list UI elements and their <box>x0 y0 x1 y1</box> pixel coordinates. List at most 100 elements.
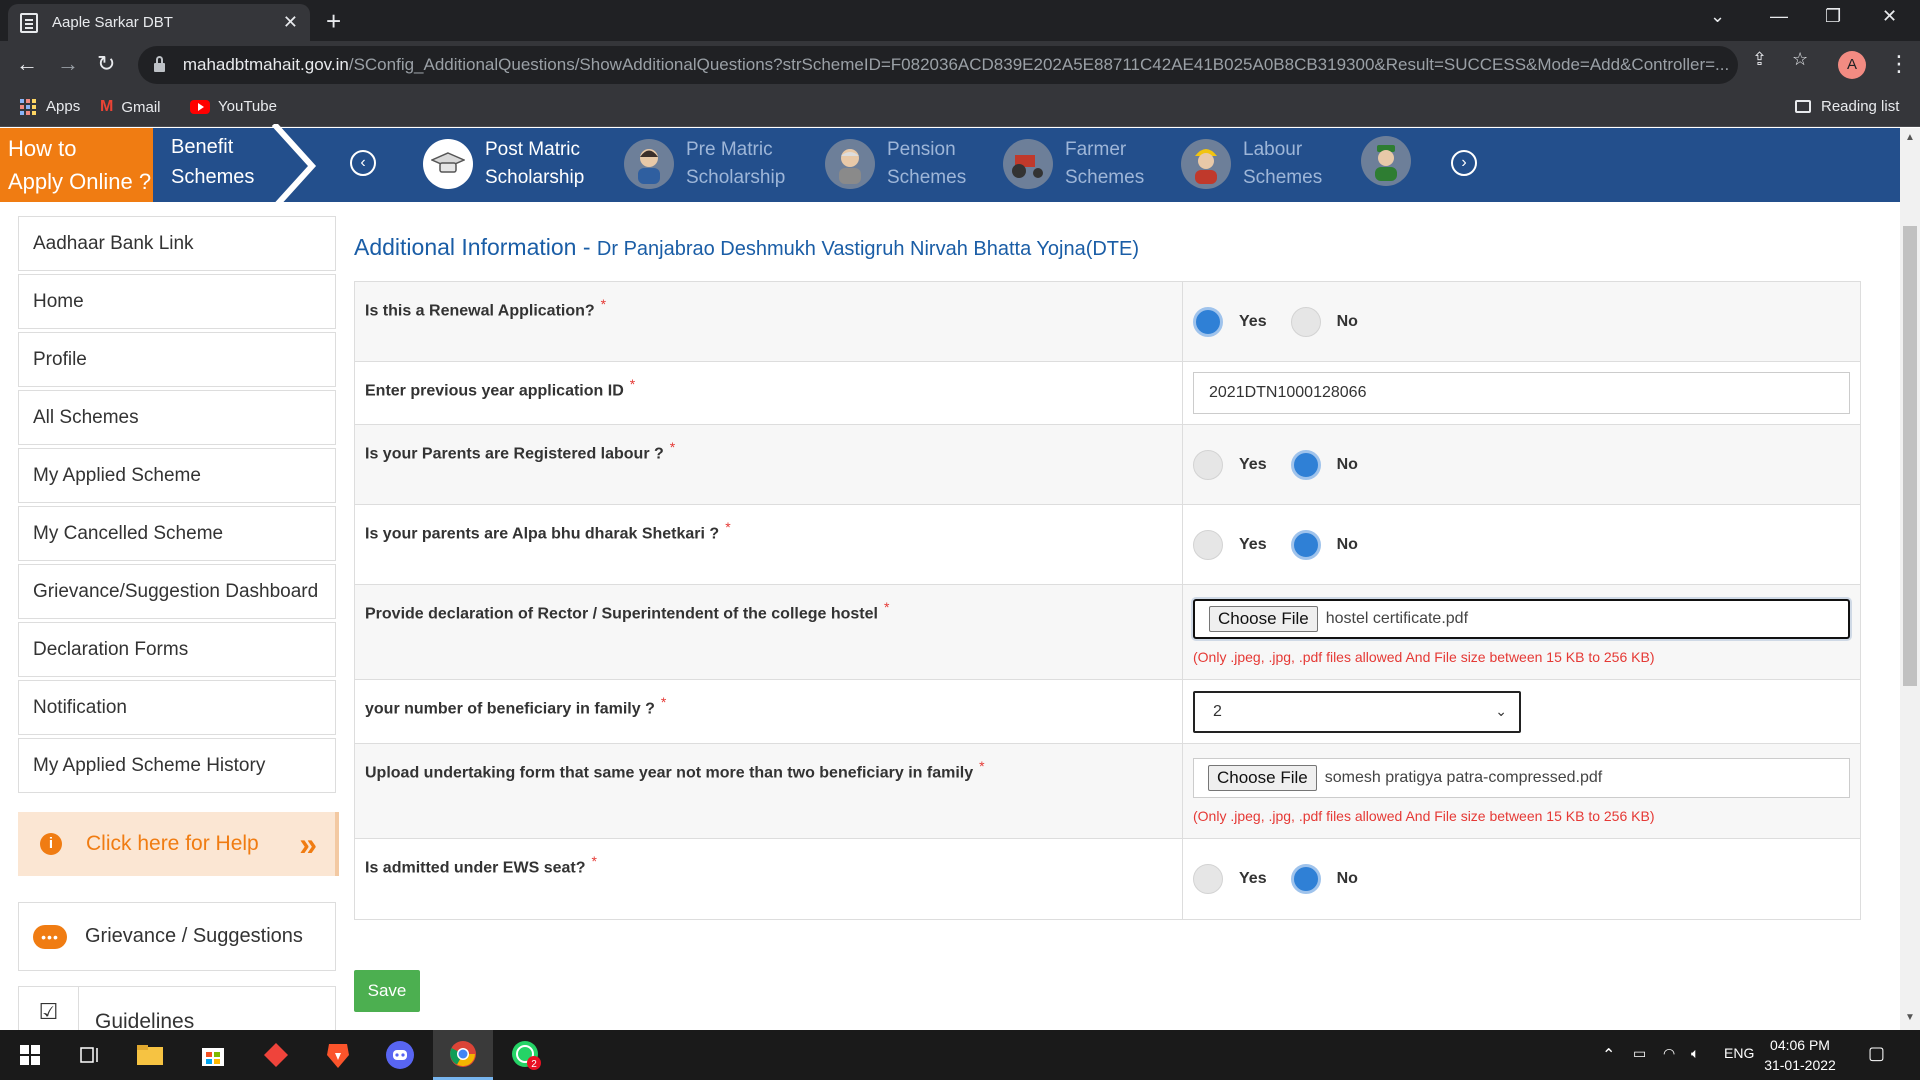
taskbar-whatsapp[interactable]: 2 <box>496 1030 556 1080</box>
renewal-no-radio[interactable] <box>1290 306 1321 337</box>
bookmark-apps[interactable]: Apps <box>20 98 80 115</box>
form-row: Upload undertaking form that same year n… <box>355 744 1860 839</box>
minimize-button[interactable]: — <box>1770 6 1788 27</box>
double-chevron-right-icon: » <box>299 825 317 862</box>
sidebar-item-notification[interactable]: Notification <box>18 680 336 735</box>
taskbar-chrome[interactable] <box>433 1030 493 1080</box>
back-button[interactable]: ← <box>16 51 38 77</box>
browser-tab-strip: Aaple Sarkar DBT ✕ + ⌄ — ❐ ✕ <box>0 0 1920 41</box>
bookmark-star-icon[interactable]: ☆ <box>1792 49 1808 70</box>
reload-button[interactable]: ↻ <box>97 51 115 77</box>
bookmark-youtube[interactable]: YouTube <box>190 98 277 115</box>
notification-center-icon[interactable]: ▢ <box>1868 1043 1885 1064</box>
page-scrollbar[interactable]: ▲ ▼ <box>1900 128 1920 1030</box>
save-button[interactable]: Save <box>354 970 420 1012</box>
url-host: mahadbtmahait.gov.in <box>182 55 349 74</box>
sidebar-item-my-applied-scheme[interactable]: My Applied Scheme <box>18 448 336 503</box>
shetkari-yes-radio[interactable] <box>1193 529 1223 560</box>
sidebar-item-applied-scheme-history[interactable]: My Applied Scheme History <box>18 738 336 793</box>
previous-application-id-input[interactable]: 2021DTN1000128066 <box>1193 372 1850 414</box>
scheme-labour[interactable]: Labour Schemes <box>1181 136 1322 192</box>
radio-label: No <box>1336 870 1358 887</box>
undertaking-form-file-input[interactable]: Choose File somesh pratigya patra-compre… <box>1193 758 1850 798</box>
volume-icon[interactable]: 🔈︎ <box>1691 1045 1699 1062</box>
scrollbar-thumb[interactable] <box>1903 226 1917 686</box>
wifi-icon[interactable]: ◠ <box>1663 1045 1675 1062</box>
sidebar-item-aadhaar-bank-link[interactable]: Aadhaar Bank Link <box>18 216 336 271</box>
scheme-next[interactable] <box>1361 136 1423 186</box>
sidebar-item-my-cancelled-scheme[interactable]: My Cancelled Scheme <box>18 506 336 561</box>
how-to-apply-link[interactable]: How to Apply Online ? <box>0 128 153 202</box>
browser-tab[interactable]: Aaple Sarkar DBT ✕ <box>8 4 310 41</box>
scroll-down-icon[interactable]: ▼ <box>1905 1012 1915 1023</box>
browser-menu-icon[interactable]: ⋮ <box>1888 51 1910 77</box>
help-link[interactable]: i Click here for Help » <box>18 812 339 876</box>
taskbar-anydesk[interactable] <box>246 1030 306 1080</box>
form-row: Is your parents are Alpa bhu dharak Shet… <box>355 505 1860 585</box>
taskbar-brave[interactable] <box>308 1030 368 1080</box>
ews-yes-radio[interactable] <box>1193 864 1223 894</box>
shetkari-no-radio[interactable] <box>1290 529 1321 560</box>
bookmark-label: Apps <box>46 98 81 115</box>
form-row: Is admitted under EWS seat? * Yes No <box>355 839 1860 919</box>
lock-icon[interactable] <box>154 55 165 72</box>
labour-no-radio[interactable] <box>1290 449 1321 480</box>
sidebar-item-all-schemes[interactable]: All Schemes <box>18 390 336 445</box>
choose-file-button[interactable]: Choose File <box>1208 765 1317 791</box>
radio-label: Yes <box>1239 312 1267 330</box>
profile-avatar[interactable]: A <box>1838 51 1866 79</box>
start-button[interactable] <box>0 1030 60 1080</box>
form-row: Enter previous year application ID * 2021… <box>355 362 1860 425</box>
renewal-yes-radio[interactable] <box>1193 306 1223 337</box>
reading-list-button[interactable]: Reading list <box>1795 98 1899 115</box>
labour-yes-radio[interactable] <box>1193 449 1223 480</box>
scroll-left-button[interactable]: ‹ <box>350 150 376 176</box>
guidelines-link[interactable]: ☑ Guidelines <box>18 986 336 1036</box>
help-text: Click here for Help <box>86 832 259 855</box>
scheme-farmer[interactable]: Farmer Schemes <box>1003 136 1144 192</box>
tab-close-icon[interactable]: ✕ <box>283 12 298 33</box>
battery-icon[interactable]: ▭ <box>1633 1045 1646 1062</box>
scheme-pre-matric[interactable]: Pre Matric Scholarship <box>624 136 785 192</box>
choose-file-button[interactable]: Choose File <box>1209 606 1318 632</box>
bookmark-gmail[interactable]: M Gmail <box>100 98 161 116</box>
language-indicator[interactable]: ENG <box>1724 1045 1754 1061</box>
sidebar-item-home[interactable]: Home <box>18 274 336 329</box>
ews-no-radio[interactable] <box>1290 864 1321 894</box>
sidebar-item-profile[interactable]: Profile <box>18 332 336 387</box>
form-row: Is your Parents are Registered labour ? *… <box>355 425 1860 505</box>
scroll-up-icon[interactable]: ▲ <box>1905 132 1915 143</box>
scheme-post-matric[interactable]: Post Matric Scholarship <box>423 136 584 192</box>
benefit-line1: Benefit <box>171 136 234 158</box>
close-window-button[interactable]: ✕ <box>1882 6 1897 27</box>
share-icon[interactable]: ⇪ <box>1752 49 1767 70</box>
gmail-icon: M <box>100 98 114 115</box>
bookmark-label: Gmail <box>121 98 161 116</box>
new-tab-button[interactable]: + <box>326 6 341 37</box>
ews-radio-group: Yes No <box>1193 864 1850 894</box>
system-clock[interactable]: 04:06 PM 31-01-2022 <box>1760 1035 1840 1075</box>
address-bar[interactable]: mahadbtmahait.gov.in/SConfig_AdditionalQ… <box>138 46 1738 84</box>
show-hidden-icons[interactable]: ⌃ <box>1602 1045 1615 1065</box>
taskbar-store[interactable] <box>183 1030 243 1080</box>
scheme-pension[interactable]: Pension Schemes <box>825 136 966 192</box>
taskbar-file-explorer[interactable] <box>120 1030 180 1080</box>
sidebar-item-declaration-forms[interactable]: Declaration Forms <box>18 622 336 677</box>
store-icon <box>202 1048 224 1066</box>
grievance-suggestions-link[interactable]: ••• Grievance / Suggestions <box>18 902 336 971</box>
radio-label: No <box>1336 455 1358 473</box>
graduation-cap-icon <box>423 139 473 189</box>
scheme-label-line1: Post Matric <box>485 139 581 160</box>
restore-button[interactable]: ❐ <box>1825 6 1841 27</box>
task-view-button[interactable] <box>60 1030 120 1080</box>
apps-grid-icon <box>20 98 36 115</box>
taskbar-discord[interactable] <box>370 1030 430 1080</box>
required-marker: * <box>883 599 890 615</box>
sidebar-item-grievance-dashboard[interactable]: Grievance/Suggestion Dashboard <box>18 564 336 619</box>
scheme-label-line2: Schemes <box>887 167 967 188</box>
beneficiary-count-select[interactable]: 2 ⌄ <box>1193 690 1521 733</box>
forward-button[interactable]: → <box>57 51 79 77</box>
hostel-declaration-file-input[interactable]: Choose File hostel certificate.pdf <box>1193 599 1850 639</box>
tab-search-icon[interactable]: ⌄ <box>1710 6 1725 27</box>
scroll-right-button[interactable]: › <box>1451 150 1477 176</box>
